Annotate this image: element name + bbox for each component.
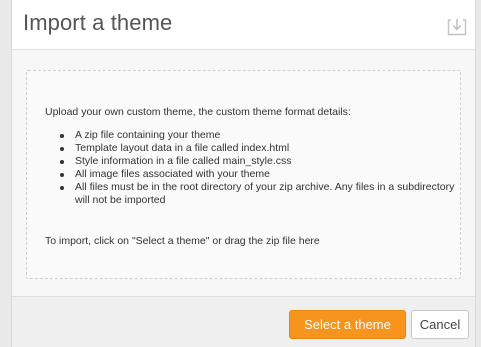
bullet-icon [60,160,64,164]
requirement-item: A zip file containing your theme [60,129,455,142]
bullet-icon [60,186,64,190]
dialog-footer: Select a theme Cancel [12,296,475,347]
bullet-icon [60,147,64,151]
requirements-list: A zip file containing your theme Templat… [45,129,455,207]
theme-drop-zone[interactable]: Upload your own custom theme, the custom… [26,70,461,279]
import-theme-dialog: Import a theme Upload your own custom th… [11,0,476,347]
cancel-button[interactable]: Cancel [411,310,469,339]
bullet-icon [60,134,64,138]
requirement-item: Style information in a file called main_… [60,155,455,168]
requirement-text: Template layout data in a file called in… [75,142,290,154]
requirement-text: All image files associated with your the… [75,168,270,180]
dialog-body: Upload your own custom theme, the custom… [12,50,475,296]
requirement-item: All files must be in the root directory … [60,181,455,207]
select-theme-button[interactable]: Select a theme [289,310,406,339]
dialog-title: Import a theme [23,10,173,35]
requirement-item: All image files associated with your the… [60,168,455,181]
requirement-text: A zip file containing your theme [75,129,221,141]
requirement-text: Style information in a file called main_… [75,155,292,167]
import-icon [447,18,467,36]
intro-text: Upload your own custom theme, the custom… [45,106,351,118]
bullet-icon [60,173,64,177]
requirement-text: All files must be in the root directory … [75,181,455,206]
import-instructions: To import, click on "Select a theme" or … [45,235,320,247]
requirement-item: Template layout data in a file called in… [60,142,455,155]
dialog-header: Import a theme [12,0,475,50]
